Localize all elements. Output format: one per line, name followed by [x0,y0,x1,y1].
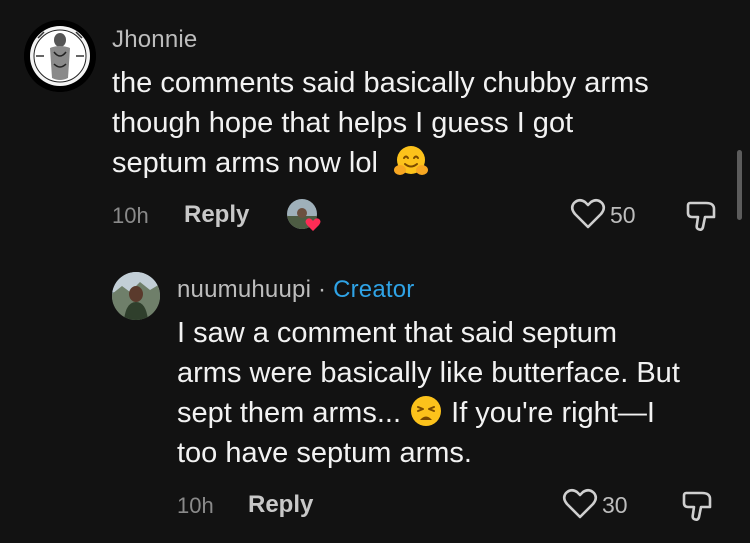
reply-username[interactable]: nuumuhuupi [177,276,311,303]
comment-text-line: septum arms now lol [112,143,722,183]
reply-dislike-icon[interactable] [680,489,716,523]
reply-like-heart-icon[interactable] [562,488,598,520]
comment-reply-button[interactable]: Reply [184,201,249,229]
creator-badge: Creator [333,276,415,303]
reply-text-span: sept them arms... [177,397,402,429]
comment-text-line: though hope that helps I guess I got [112,107,574,139]
reply-user-line: nuumuhuupi · Creator [177,276,415,304]
avatar-jhonnie[interactable] [24,20,96,92]
reply-text: I saw a comment that said septum arms we… [177,313,737,473]
scrollbar[interactable] [737,150,742,220]
comment-text-span: septum arms now lol [112,147,378,179]
reply-reply-button[interactable]: Reply [248,491,313,519]
reply-text-line: arms were basically like butterface. But [177,357,680,389]
comment-like-count: 50 [610,202,636,228]
comment-dislike-icon[interactable] [684,199,720,233]
reply-like-count: 30 [602,492,628,518]
reply-text-line: too have septum arms. [177,437,472,469]
comment-like-heart-icon[interactable] [570,198,606,230]
reply-text-line: sept them arms... If you're right—I [177,393,737,433]
comment-text: the comments said basically chubby arms … [112,63,722,183]
reply-text-line: I saw a comment that said septum [177,317,618,349]
reply-timestamp: 10h [177,493,214,518]
hugging-face-emoji-icon [394,144,429,178]
comment-timestamp: 10h [112,203,149,228]
avatar-nuumuhuupi[interactable] [112,272,160,320]
comment-username[interactable]: Jhonnie [112,26,197,54]
reply-text-span: If you're right—I [451,397,655,429]
weary-face-emoji-icon [409,394,443,428]
separator-dot: · [317,276,327,303]
creator-liked-icon [286,198,321,232]
comment-text-line: the comments said basically chubby arms [112,67,649,99]
